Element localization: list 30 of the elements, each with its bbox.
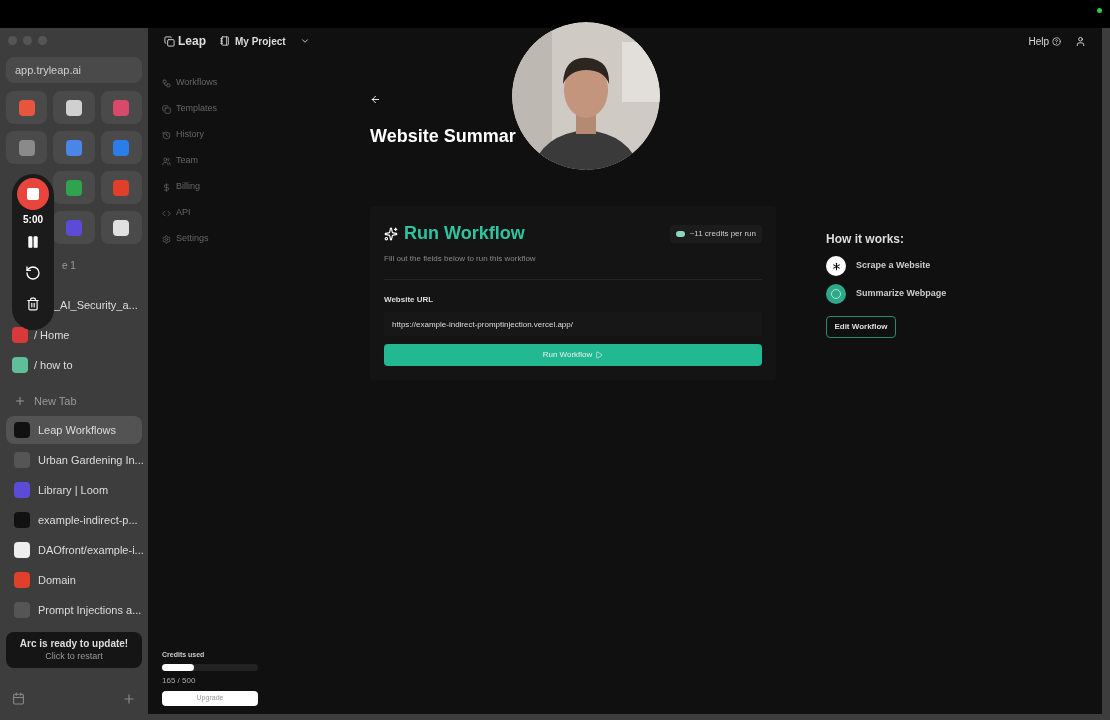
- step-label: Summarize Webpage: [856, 287, 947, 301]
- project-selector[interactable]: My Project: [220, 33, 286, 49]
- pinned-tab[interactable]: / how to: [6, 350, 142, 380]
- field-label: Website URL: [384, 294, 435, 306]
- browser-tab[interactable]: Library | Loom: [6, 476, 142, 504]
- update-title: Arc is ready to update!: [19, 638, 129, 651]
- timer-text: 5:00: [23, 213, 43, 227]
- browser-tab[interactable]: Domain: [6, 566, 142, 594]
- leap-logo[interactable]: Leap: [164, 32, 206, 50]
- pinned-tab[interactable]: / Home: [6, 320, 142, 350]
- cost-badge: ~11 credits per run: [669, 224, 762, 243]
- edit-workflow-button[interactable]: Edit Workflow: [826, 316, 896, 338]
- update-banner[interactable]: Arc is ready to update! Click to restart: [6, 632, 142, 668]
- card-subtitle: Fill out the fields below to run this workflow: [384, 253, 537, 265]
- step-label: Scrape a Website: [856, 259, 931, 273]
- browser-tab[interactable]: Prompt Injections a...: [6, 596, 142, 624]
- folder-label: e 1: [62, 260, 76, 271]
- card-title: Run Workflow: [404, 222, 525, 245]
- browser-tab[interactable]: Leap Workflows: [6, 416, 142, 444]
- help-link[interactable]: Help: [1028, 33, 1061, 49]
- update-subtitle: Click to restart: [45, 650, 103, 662]
- browser-tab[interactable]: DAOfront/example-i...: [6, 536, 142, 564]
- browser-tab[interactable]: Urban Gardening In...: [6, 446, 142, 474]
- browser-tab[interactable]: example-indirect-p...: [6, 506, 142, 534]
- url-bar[interactable]: app.tryleap.ai: [6, 57, 142, 83]
- page-title: Website Summar: [370, 125, 516, 148]
- new-tab-button[interactable]: New Tab: [6, 386, 142, 416]
- how-title: How it works:: [826, 231, 905, 248]
- pinned-tab[interactable]: _AI_Security_a...: [6, 290, 142, 320]
- credits-reading: 165 / 500: [162, 675, 197, 687]
